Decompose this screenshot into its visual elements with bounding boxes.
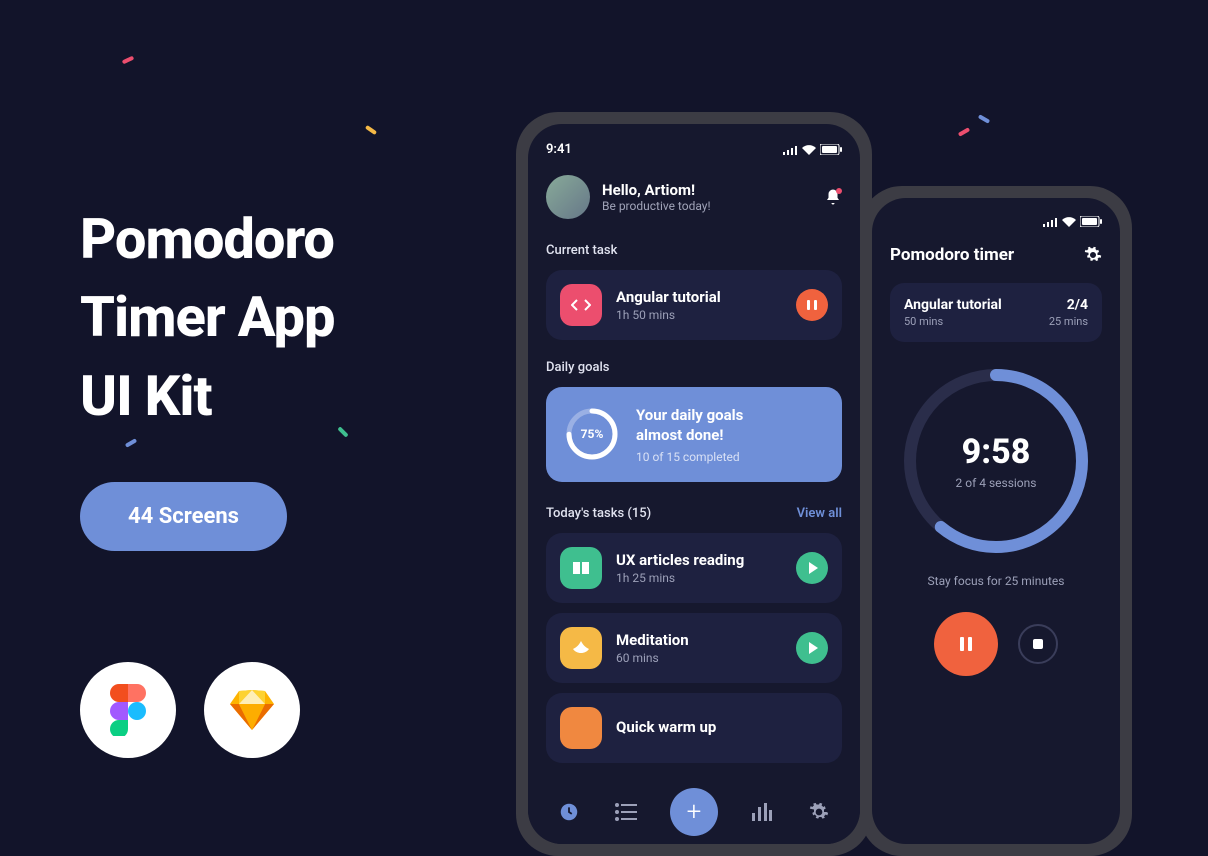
hero-title: Pomodoro Timer App UI Kit [80,200,335,435]
current-task-card[interactable]: Angular tutorial 1h 50 mins [546,270,842,340]
confetti-decoration [125,438,137,447]
battery-icon [1080,216,1102,227]
view-all-link[interactable]: View all [797,506,842,521]
hero-title-line: UI Kit [80,357,335,435]
timer-session-duration: 25 mins [1049,315,1088,328]
timer-time: 9:58 [962,432,1031,472]
figma-icon [80,662,176,758]
task-duration: 60 mins [616,651,782,665]
timer-task-card[interactable]: Angular tutorial 50 mins 2/4 25 mins [890,283,1102,342]
greeting: Hello, Artiom! [602,181,812,199]
activity-icon [560,707,602,749]
stop-icon [1033,639,1043,649]
wifi-icon [802,145,816,155]
play-icon [809,562,818,574]
pause-button[interactable] [934,612,998,676]
header: Hello, Artiom! Be productive today! [546,175,842,219]
confetti-decoration [365,125,377,135]
confetti-decoration [122,56,135,65]
task-title: UX articles reading [616,551,782,569]
task-card[interactable]: Quick warm up [546,693,842,763]
book-icon [560,547,602,589]
play-task-button[interactable] [796,632,828,664]
lotus-icon [560,627,602,669]
hero-title-line: Timer App [80,278,335,356]
sketch-icon [204,662,300,758]
status-icons [1042,216,1102,227]
pause-task-button[interactable] [796,289,828,321]
timer-sessions: 2 of 4 sessions [956,476,1037,490]
phone-home: 9:41 Hello, Artiom! Be productive today!… [516,112,872,856]
timer-task-duration: 50 mins [904,315,1002,328]
task-card[interactable]: Meditation 60 mins [546,613,842,683]
nav-stats[interactable] [748,798,776,826]
pause-icon [807,300,817,310]
battery-icon [820,144,842,155]
notification-bell-icon[interactable] [824,188,842,206]
signal-icon [782,145,798,155]
current-task-duration: 1h 50 mins [616,308,782,322]
pause-icon [960,637,972,651]
phone-timer: Pomodoro timer Angular tutorial 50 mins … [860,186,1132,856]
status-bar [890,216,1102,227]
task-duration: 1h 25 mins [616,571,782,585]
screens-badge[interactable]: 44 Screens [80,482,287,551]
stop-button[interactable] [1018,624,1058,664]
daily-goals-label: Daily goals [546,360,842,375]
timer-screen-title: Pomodoro timer [890,245,1014,265]
timer-session-count: 2/4 [1049,297,1088,313]
task-title: Quick warm up [616,718,828,736]
status-time: 9:41 [546,142,572,157]
progress-ring: 75% [564,406,620,462]
status-icons [782,144,842,155]
todays-tasks-label: Today's tasks (15) [546,506,651,521]
nav-clock[interactable] [555,798,583,826]
nav-list[interactable] [612,798,640,826]
goals-subtitle: 10 of 15 completed [636,450,824,464]
notification-dot [836,188,842,194]
current-task-label: Current task [546,243,842,258]
bottom-nav: + [528,780,860,844]
wifi-icon [1062,217,1076,227]
confetti-decoration [337,426,348,437]
status-bar: 9:41 [546,142,842,157]
confetti-decoration [958,127,970,136]
goals-title: almost done! [636,426,723,444]
confetti-decoration [978,114,990,123]
tool-icons [80,662,300,758]
task-card[interactable]: UX articles reading 1h 25 mins [546,533,842,603]
goals-title: Your daily goals [636,406,743,424]
timer-caption: Stay focus for 25 minutes [890,574,1102,588]
nav-settings[interactable] [805,798,833,826]
progress-percent: 75% [564,406,620,462]
timer-task-title: Angular tutorial [904,297,1002,313]
greeting-subtitle: Be productive today! [602,199,812,213]
task-title: Meditation [616,631,782,649]
timer-ring: 9:58 2 of 4 sessions [901,366,1091,556]
current-task-title: Angular tutorial [616,288,782,306]
code-icon [560,284,602,326]
avatar[interactable] [546,175,590,219]
play-task-button[interactable] [796,552,828,584]
play-icon [809,642,818,654]
gear-icon[interactable] [1084,246,1102,264]
daily-goals-card[interactable]: 75% Your daily goals almost done! 10 of … [546,387,842,482]
nav-add-button[interactable]: + [670,788,718,836]
signal-icon [1042,217,1058,227]
hero-title-line: Pomodoro [80,200,335,278]
